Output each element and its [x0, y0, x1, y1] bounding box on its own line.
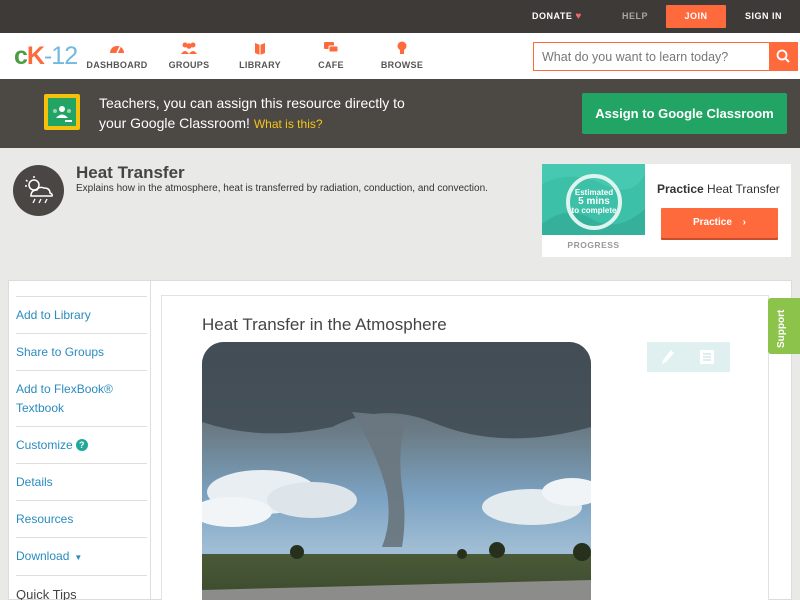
sidebar-item-add-to-flexbook[interactable]: Add to FlexBook® Textbook [16, 370, 147, 426]
practice-title-topic: Heat Transfer [707, 182, 780, 196]
pencil-icon[interactable] [661, 349, 675, 365]
google-classroom-icon [44, 94, 80, 130]
heart-icon: ♥ [575, 11, 582, 22]
content-title: Heat Transfer in the Atmosphere [202, 315, 447, 334]
nav-browse-label: BROWSE [380, 60, 424, 70]
weather-cloud-sun-icon [13, 165, 64, 216]
quick-tips-heading: Quick Tips [16, 575, 147, 600]
nav-groups-label: GROUPS [168, 60, 210, 70]
classroom-message-line2: your Google Classroom! [99, 115, 250, 131]
practice-button[interactable]: Practice › [661, 208, 778, 238]
sidebar-item-add-to-library[interactable]: Add to Library [16, 296, 147, 333]
logo-part-c: c [14, 42, 28, 70]
help-link[interactable]: HELP [622, 0, 648, 33]
support-tab-label: Support [776, 309, 787, 348]
chevron-right-icon: › [742, 217, 747, 228]
nav-groups[interactable]: GROUPS [154, 41, 224, 70]
browse-bulb-icon [397, 41, 407, 54]
support-tab[interactable]: Support [768, 298, 800, 354]
nav-dashboard-label: DASHBOARD [86, 60, 148, 70]
search-icon [776, 49, 790, 63]
nav-cafe[interactable]: CAFE [296, 41, 366, 70]
annotation-tools [647, 342, 730, 372]
nav-cafe-label: CAFE [318, 60, 344, 70]
donate-label: DONATE [532, 11, 573, 21]
classroom-message-line1: Teachers, you can assign this resource d… [99, 95, 405, 111]
join-button[interactable]: JOIN [666, 5, 726, 28]
estimated-time-badge: Estimated 5 mins to complete [566, 174, 622, 230]
sidebar-actions: Add to Library Share to Groups Add to Fl… [16, 296, 147, 600]
caret-down-icon: ▼ [74, 553, 83, 562]
practice-title-bold: Practice [657, 182, 704, 196]
nav-library[interactable]: LIBRARY [225, 41, 295, 70]
search-input[interactable] [534, 43, 769, 70]
what-is-this-link[interactable]: What is this? [254, 117, 323, 131]
help-question-icon[interactable]: ? [75, 439, 88, 451]
resource-title: Heat Transfer [76, 163, 185, 182]
logo-part-k: K [26, 42, 45, 70]
sidebar-item-download[interactable]: Download ▼ [16, 537, 147, 575]
library-book-icon [255, 43, 265, 55]
estimate-line3: to complete [571, 206, 617, 215]
nav-library-label: LIBRARY [239, 60, 281, 70]
classroom-message: Teachers, you can assign this resource d… [99, 93, 439, 134]
resource-description: Explains how in the atmosphere, heat is … [76, 183, 488, 194]
estimate-line2: 5 mins [578, 196, 610, 207]
main-navigation: cK-12 DASHBOARD GROUPS LIBRARY CAFE BROW… [0, 33, 800, 79]
sign-in-link[interactable]: SIGN IN [745, 0, 782, 33]
logo-part-12: -12 [43, 42, 78, 70]
practice-card: Estimated 5 mins to complete PROGRESS Pr… [542, 164, 791, 257]
resource-sidebar: Add to Library Share to Groups Add to Fl… [8, 280, 151, 600]
sidebar-item-details[interactable]: Details [16, 463, 147, 500]
assign-to-google-classroom-button[interactable]: Assign to Google Classroom [582, 93, 787, 134]
customize-label: Customize [16, 438, 73, 452]
nav-browse[interactable]: BROWSE [367, 41, 437, 70]
sidebar-item-customize[interactable]: Customize? [16, 426, 147, 463]
sidebar-item-share-to-groups[interactable]: Share to Groups [16, 333, 147, 370]
progress-area: Estimated 5 mins to complete [542, 164, 645, 235]
download-label: Download [16, 549, 70, 563]
search-button[interactable] [769, 43, 797, 70]
top-utility-bar: DONATE ♥ HELP JOIN SIGN IN [0, 0, 800, 33]
donate-link[interactable]: DONATE ♥ [532, 0, 582, 33]
progress-label: PROGRESS [567, 240, 620, 250]
cafe-chat-icon [324, 42, 339, 53]
nav-dashboard[interactable]: DASHBOARD [82, 41, 152, 70]
sidebar-item-resources[interactable]: Resources [16, 500, 147, 537]
ck12-logo[interactable]: cK-12 [14, 42, 78, 71]
practice-button-label: Practice [692, 217, 732, 228]
tornado-photo [202, 342, 591, 600]
practice-title: Practice Heat Transfer [657, 182, 780, 196]
notes-icon[interactable] [699, 349, 715, 365]
groups-people-icon [181, 42, 197, 54]
dashboard-gauge-icon [110, 46, 124, 54]
search-box [533, 42, 798, 71]
